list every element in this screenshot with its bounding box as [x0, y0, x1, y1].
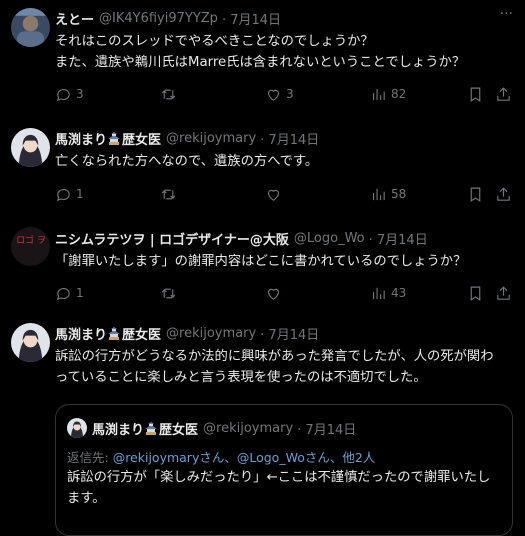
tweet-text-line: 訴訟の行方がどうなるか法的に興味があった発言でしたが、人の死が関わ	[55, 349, 494, 364]
display-name-suffix[interactable]: 歴女医	[122, 129, 161, 148]
retweet-icon	[160, 86, 177, 103]
tweet-2[interactable]: 馬渕まり 歴女医 @rekijoymary · 7月14日 亡くなられた方へなの…	[0, 122, 525, 216]
like-icon	[265, 186, 282, 203]
tweet-header: ニシムラテツヲ | ロゴデザイナー@大阪 @Logo_Wo · 7月14日	[55, 229, 515, 248]
timestamp[interactable]: · 7月14日	[260, 324, 319, 343]
share-button[interactable]	[495, 86, 512, 103]
reply-icon	[55, 186, 72, 203]
quoted-display-name-suffix: 歴女医	[159, 423, 199, 438]
reply-button[interactable]: 3	[55, 86, 160, 103]
like-icon	[265, 285, 282, 302]
views-button[interactable]: 82	[370, 86, 467, 103]
tweet-text: 「謝罪いたします」の謝罪内容はどこに書かれているのでしょうか？	[55, 251, 515, 272]
display-name[interactable]: 馬渕まり	[55, 129, 107, 148]
action-bar: 1 58	[55, 183, 513, 205]
quoted-handle: @rekijoymary	[203, 421, 294, 436]
like-button[interactable]	[265, 285, 370, 302]
views-icon	[370, 285, 387, 302]
tweet-text-line: っていることに楽しみと言う表現を使ったのは不適切でした。	[55, 370, 427, 385]
reply-icon	[55, 86, 72, 103]
reply-to-users[interactable]: @rekijoymaryさん、@Logo_Woさん、他2人	[113, 450, 376, 465]
handle[interactable]: @IK4Y6fiyi97YYZp	[99, 11, 218, 26]
reply-to-prefix: 返信先:	[67, 450, 113, 465]
bookmark-button[interactable]	[467, 186, 495, 203]
quoted-timestamp: · 7月14日	[297, 423, 357, 438]
tweet-text-line: それはこのスレッドでやるべきことなのでしょうか？	[55, 34, 374, 49]
tweet-text: 亡くなられた方へなので、遺族の方へです。	[55, 151, 515, 172]
tweet-header: 馬渕まり 歴女医 @rekijoymary · 7月14日	[55, 129, 515, 148]
quoted-text-line: ます。	[67, 491, 106, 506]
views-count: 58	[391, 187, 407, 201]
quoted-text: 訴訟の行方が「楽しみだったり」←ここは不謹慎だったので謝罪いたし ます。	[67, 467, 502, 509]
share-icon	[495, 86, 512, 103]
views-icon	[370, 186, 387, 203]
tweet-header: 馬渕まり 歴女医 @rekijoymary · 7月14日	[55, 324, 515, 343]
display-name[interactable]: 馬渕まり	[55, 324, 107, 343]
avatar[interactable]: ロゴ ヲ	[11, 227, 50, 266]
action-bar: 3 3 82	[55, 83, 513, 105]
castle-emoji	[108, 327, 120, 340]
quoted-avatar	[67, 418, 87, 438]
tweet-text: それはこのスレッドでやるべきことなのでしょうか？ また、遺族や鵜川氏はMarre…	[55, 31, 515, 73]
timestamp[interactable]: · 7月14日	[369, 229, 428, 248]
castle-emoji	[145, 422, 157, 435]
views-button[interactable]: 43	[370, 285, 467, 302]
views-count: 82	[391, 87, 407, 101]
quoted-text-line: 訴訟の行方が「楽しみだったり」←ここは不謹慎だったので謝罪いたし	[67, 470, 491, 485]
views-button[interactable]: 58	[370, 186, 467, 203]
like-button[interactable]	[265, 186, 370, 203]
tweet-3[interactable]: ロゴ ヲ ニシムラテツヲ | ロゴデザイナー@大阪 @Logo_Wo · 7月1…	[0, 216, 525, 310]
quoted-tweet[interactable]: 馬渕まり 歴女医 @rekijoymary · 7月14日 返信先: @reki…	[55, 404, 513, 536]
display-name[interactable]: ニシムラテツヲ | ロゴデザイナー@大阪	[55, 229, 289, 248]
share-icon	[495, 285, 512, 302]
tweet-text-line: また、遺族や鵜川氏はMarre氏は含まれないということでしょうか？	[55, 55, 466, 70]
share-button[interactable]	[495, 285, 512, 302]
tweet-text-line: 「謝罪いたします」の謝罪内容はどこに書かれているのでしょうか？	[55, 254, 467, 269]
timestamp[interactable]: · 7月14日	[222, 9, 281, 28]
reply-icon	[55, 285, 72, 302]
tweet-header: えとー @IK4Y6fiyi97YYZp · 7月14日	[55, 9, 515, 28]
display-name[interactable]: えとー	[55, 9, 94, 28]
views-count: 43	[391, 286, 407, 300]
retweet-button[interactable]	[160, 186, 265, 203]
reply-button[interactable]: 1	[55, 285, 160, 302]
like-count: 3	[286, 87, 294, 101]
retweet-button[interactable]	[160, 86, 265, 103]
bookmark-icon	[467, 285, 484, 302]
reply-count: 1	[76, 286, 84, 300]
bookmark-button[interactable]	[467, 86, 495, 103]
handle[interactable]: @rekijoymary	[166, 326, 256, 341]
action-bar: 1 43	[55, 282, 513, 304]
share-icon	[495, 186, 512, 203]
reply-button[interactable]: 1	[55, 186, 160, 203]
bookmark-icon	[467, 86, 484, 103]
retweet-button[interactable]	[160, 285, 265, 302]
retweet-icon	[160, 186, 177, 203]
quoted-header: 馬渕まり 歴女医 @rekijoymary · 7月14日	[92, 419, 356, 438]
timestamp[interactable]: · 7月14日	[260, 129, 319, 148]
tweet-1[interactable]: えとー @IK4Y6fiyi97YYZp · 7月14日 それはこのスレッドでや…	[0, 0, 525, 122]
reply-count: 3	[76, 87, 84, 101]
tweet-text-line: 亡くなられた方へなので、遺族の方へです。	[55, 154, 319, 169]
like-icon	[265, 86, 282, 103]
handle[interactable]: @Logo_Wo	[294, 231, 365, 246]
avatar-logo-text: ロゴ ヲ	[16, 236, 46, 246]
quoted-display-name: 馬渕まり	[92, 423, 145, 438]
retweet-icon	[160, 285, 177, 302]
display-name-suffix[interactable]: 歴女医	[122, 324, 161, 343]
castle-emoji	[108, 132, 120, 145]
views-icon	[370, 86, 387, 103]
reply-to: 返信先: @rekijoymaryさん、@Logo_Woさん、他2人	[67, 447, 375, 466]
like-button[interactable]: 3	[265, 86, 370, 103]
avatar[interactable]	[11, 323, 50, 362]
more-icon[interactable]: ···	[500, 6, 513, 22]
bookmark-button[interactable]	[467, 285, 495, 302]
avatar[interactable]	[11, 128, 50, 167]
reply-count: 1	[76, 187, 84, 201]
handle[interactable]: @rekijoymary	[166, 131, 256, 146]
bookmark-icon	[467, 186, 484, 203]
avatar[interactable]	[11, 8, 50, 47]
share-button[interactable]	[495, 186, 512, 203]
tweet-text: 訴訟の行方がどうなるか法的に興味があった発言でしたが、人の死が関わ っていること…	[55, 346, 515, 388]
